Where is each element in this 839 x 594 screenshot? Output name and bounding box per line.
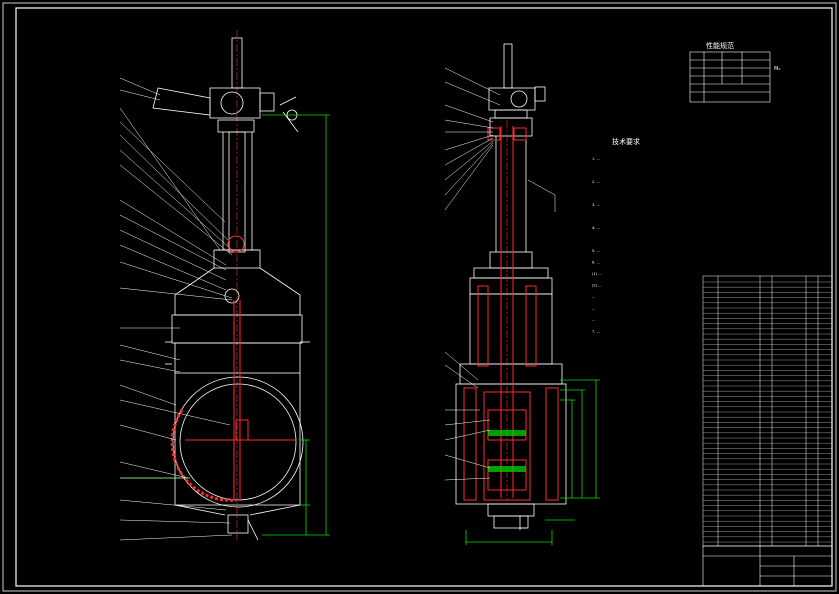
notes-title: 技术要求 [612, 137, 640, 146]
parts-list-rows [703, 281, 832, 543]
note-line: 4. ... [592, 226, 600, 230]
performance-table-unit: M₀ [774, 66, 780, 72]
note-line: ... [592, 318, 595, 322]
note-line: 5. ... [592, 249, 600, 253]
front-leaders [119, 77, 233, 541]
side-view-section [463, 120, 559, 501]
note-line: (1) ... [592, 272, 602, 276]
note-line: 2. ... [592, 180, 600, 184]
side-view [455, 43, 567, 530]
front-view-section [170, 235, 295, 502]
note-line: ... [592, 307, 595, 311]
port-circle [172, 376, 304, 508]
note-line: 3. ... [592, 203, 600, 207]
performance-table-title: 性能规范 [706, 41, 734, 50]
note-line: (2) ... [592, 284, 602, 288]
title-block [702, 545, 833, 587]
note-line: ... [592, 295, 595, 299]
note-line: 7. ... [592, 330, 600, 334]
note-line: 1. ... [592, 157, 600, 161]
outer-border [2, 2, 837, 592]
performance-table [689, 51, 771, 103]
side-green-dims [465, 379, 600, 545]
note-line: 6. ... [592, 261, 600, 265]
engineering-drawing: 性能规范 M₀ 技术要求 1. ... 2. ... 3. ... 4. ... 5. … [2, 2, 837, 592]
notes-lines: 1. ... 2. ... 3. ... 4. ... 5. ... 6. ... (1) … [592, 157, 602, 334]
